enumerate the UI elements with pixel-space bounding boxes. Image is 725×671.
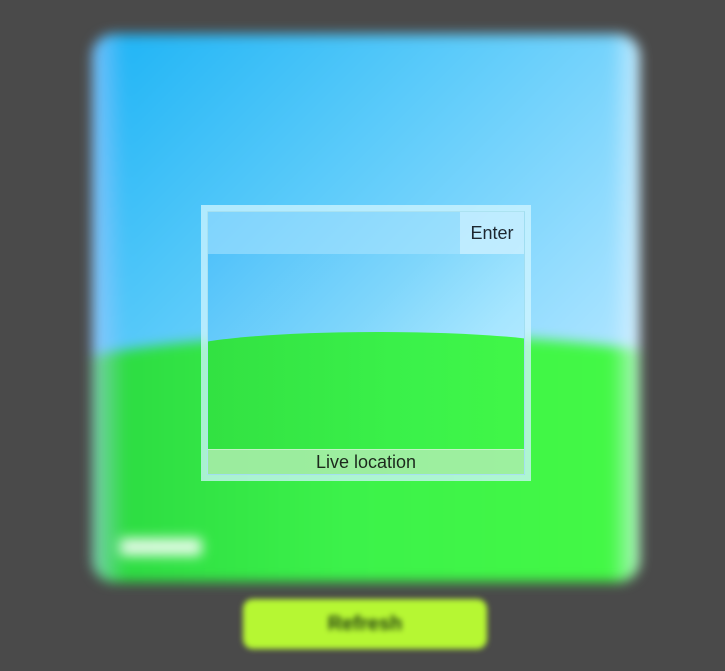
enter-button[interactable]: Enter xyxy=(460,212,524,254)
live-location-map[interactable]: Enter Live location xyxy=(207,211,525,475)
background-edge-left xyxy=(92,34,126,582)
refresh-button: Refresh xyxy=(243,599,487,649)
background-label-pill xyxy=(120,538,202,556)
background-edge-right xyxy=(610,34,640,582)
screen: Refresh Enter Live location xyxy=(0,0,725,671)
live-location-label: Live location xyxy=(315,451,417,472)
live-location-caption: Live location xyxy=(208,449,524,474)
location-search-bar: Enter xyxy=(208,212,524,254)
live-location-panel: Enter Live location xyxy=(201,205,531,481)
location-search-input[interactable] xyxy=(208,212,460,254)
